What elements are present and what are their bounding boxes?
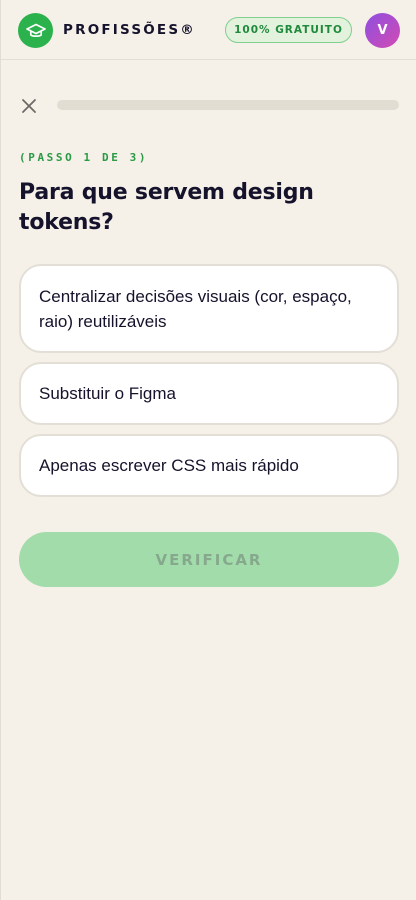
step-label: (PASSO 1 DE 3) [19,151,149,164]
answer-option-label: Substituir o Figma [39,384,176,403]
free-badge: 100% GRATUITO [225,17,352,43]
close-button[interactable] [18,95,40,117]
answer-option-1[interactable]: Centralizar decisões visuais (cor, espaç… [19,264,399,353]
graduation-cap-icon [25,23,46,39]
progress-bar [57,100,399,110]
logo[interactable] [18,13,53,48]
answer-option-2[interactable]: Substituir o Figma [19,362,399,425]
user-avatar[interactable]: V [365,13,400,48]
brand-name: PROFISSÕES® [63,22,196,38]
close-icon [21,98,37,114]
top-bar: PROFISSÕES® 100% GRATUITO V [1,0,416,60]
answer-option-label: Apenas escrever CSS mais rápido [39,456,299,475]
verify-button[interactable]: VERIFICAR [19,532,399,587]
question-title: Para que servem design tokens? [19,180,314,235]
answer-option-3[interactable]: Apenas escrever CSS mais rápido [19,434,399,497]
answer-option-label: Centralizar decisões visuais (cor, espaç… [39,286,352,331]
